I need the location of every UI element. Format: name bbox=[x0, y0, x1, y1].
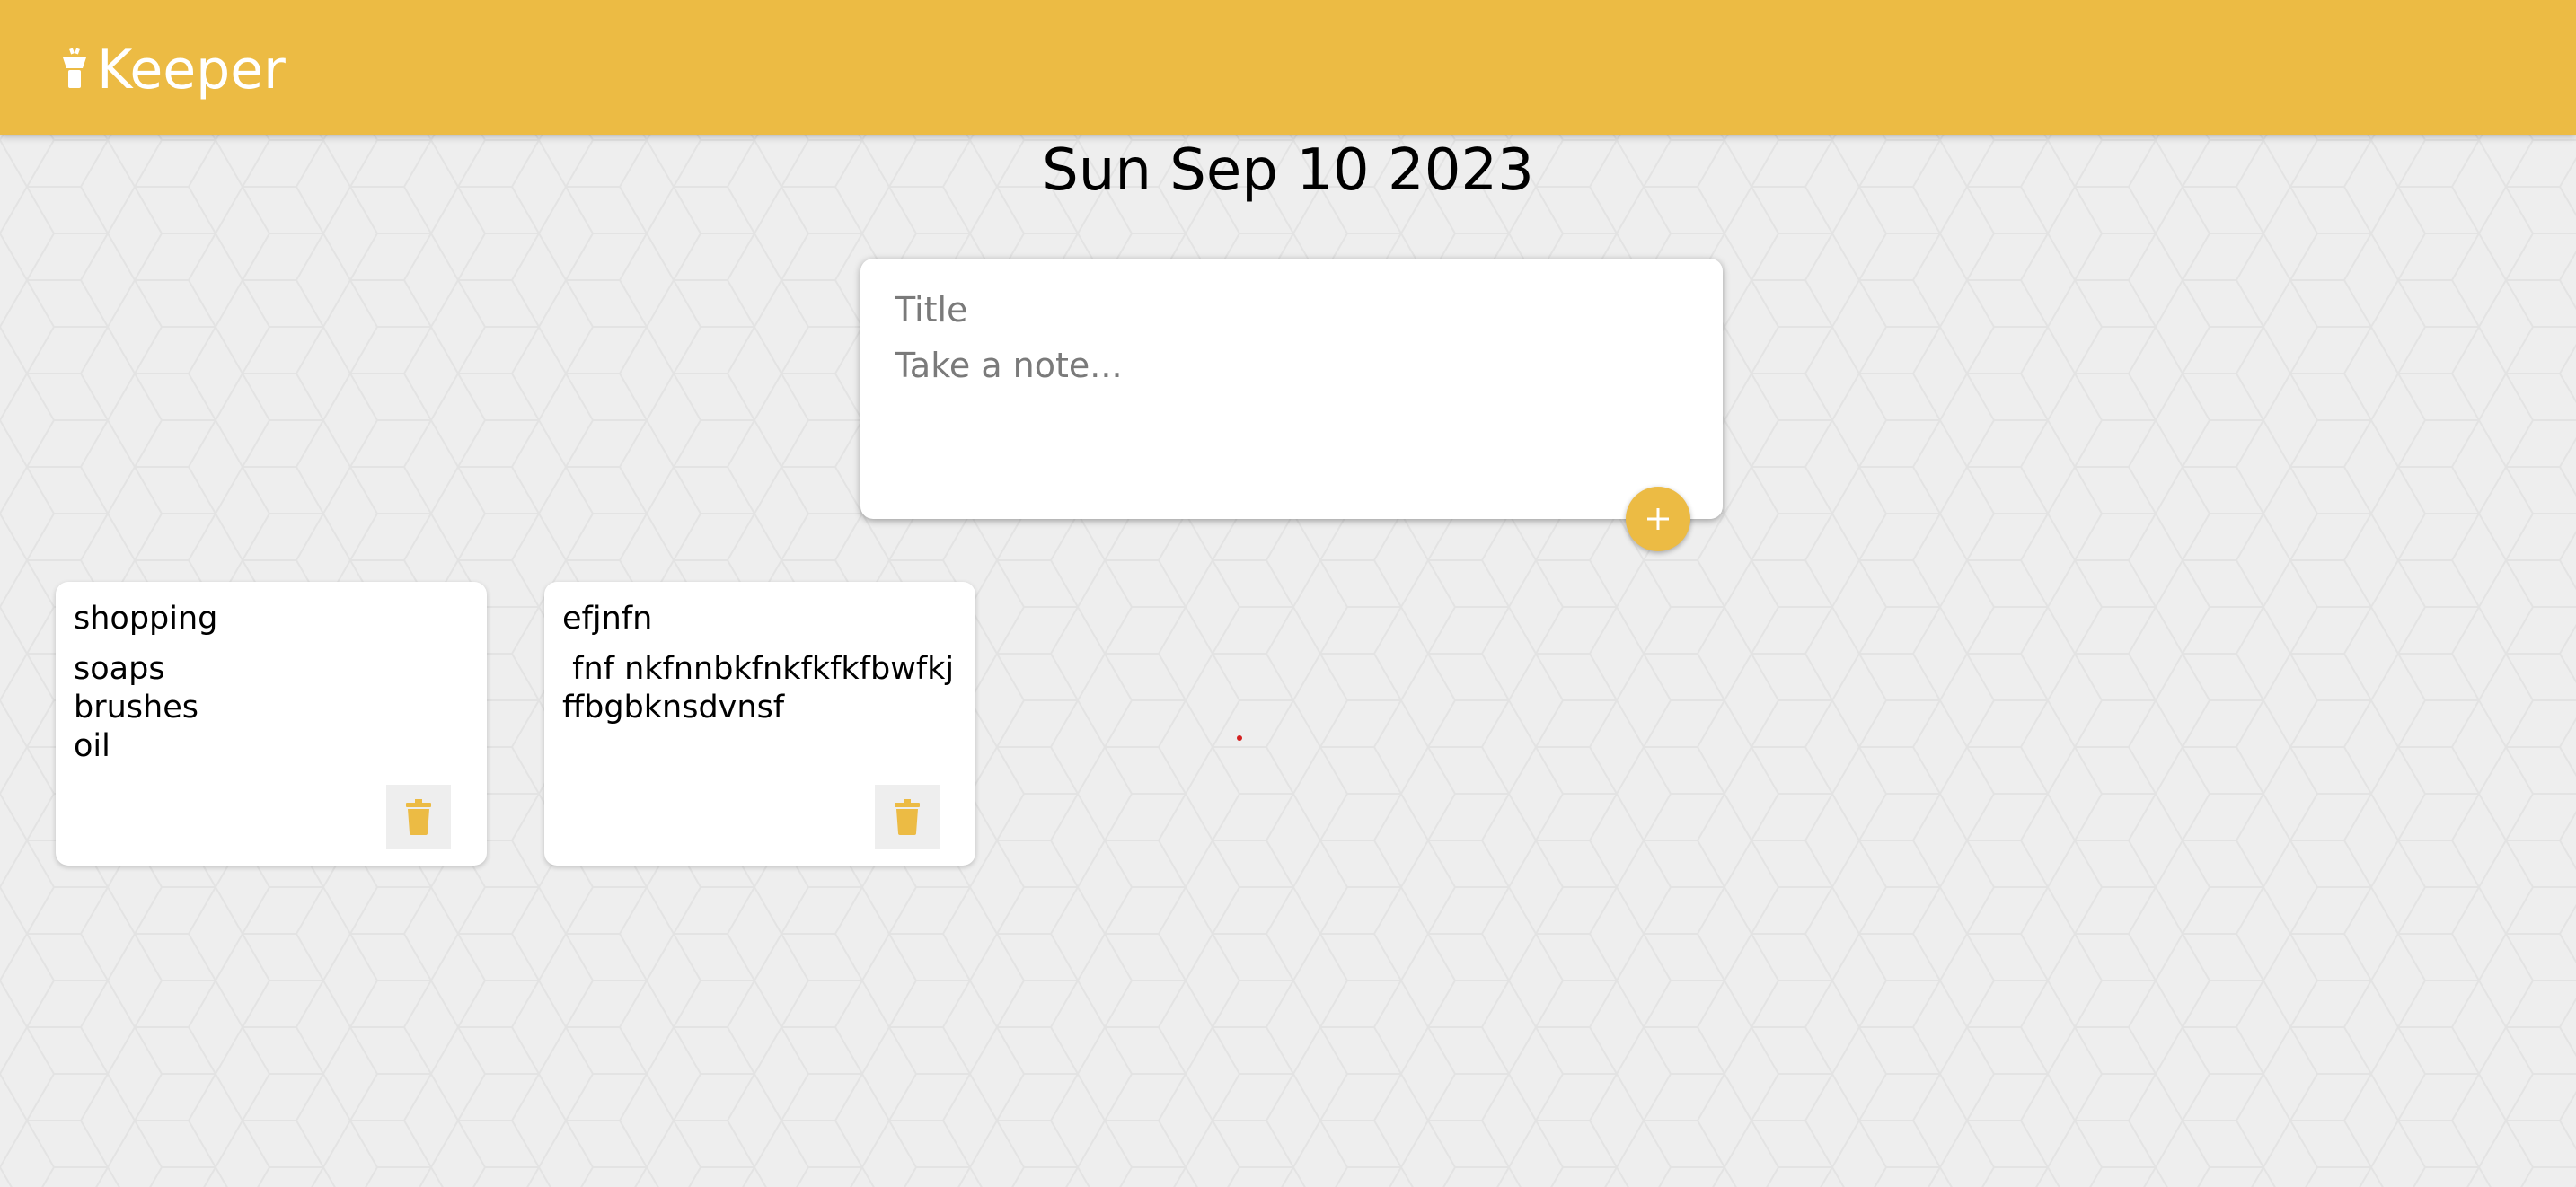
note-title: efjnfn bbox=[562, 601, 653, 637]
note-composer bbox=[860, 259, 1723, 519]
note-title: shopping bbox=[74, 601, 218, 637]
delete-note-button[interactable] bbox=[875, 785, 940, 849]
note-card: shopping soaps brushes oil bbox=[56, 582, 487, 866]
trash-icon bbox=[895, 799, 920, 835]
delete-note-button[interactable] bbox=[386, 785, 451, 849]
note-content: fnf nkfnnbkfnkfkfkfbwfkjffbgbknsdvnsf bbox=[562, 651, 955, 725]
date-heading: Sun Sep 10 2023 bbox=[1042, 137, 1534, 204]
highlighter-icon bbox=[63, 48, 86, 88]
brand-title: Keeper bbox=[97, 39, 286, 101]
note-title-input[interactable] bbox=[895, 286, 1685, 334]
trash-icon bbox=[406, 799, 431, 835]
cursor-dot bbox=[1237, 735, 1242, 741]
add-note-button[interactable] bbox=[1626, 487, 1690, 551]
note-content: soaps brushes oil bbox=[74, 651, 198, 764]
note-body-input[interactable] bbox=[895, 341, 1685, 476]
brand[interactable]: Keeper bbox=[59, 34, 286, 106]
note-card: efjnfn fnf nkfnnbkfnkfkfkfbwfkjffbgbknsd… bbox=[544, 582, 975, 866]
app-header: Keeper bbox=[0, 0, 2576, 135]
plus-icon bbox=[1647, 508, 1669, 530]
